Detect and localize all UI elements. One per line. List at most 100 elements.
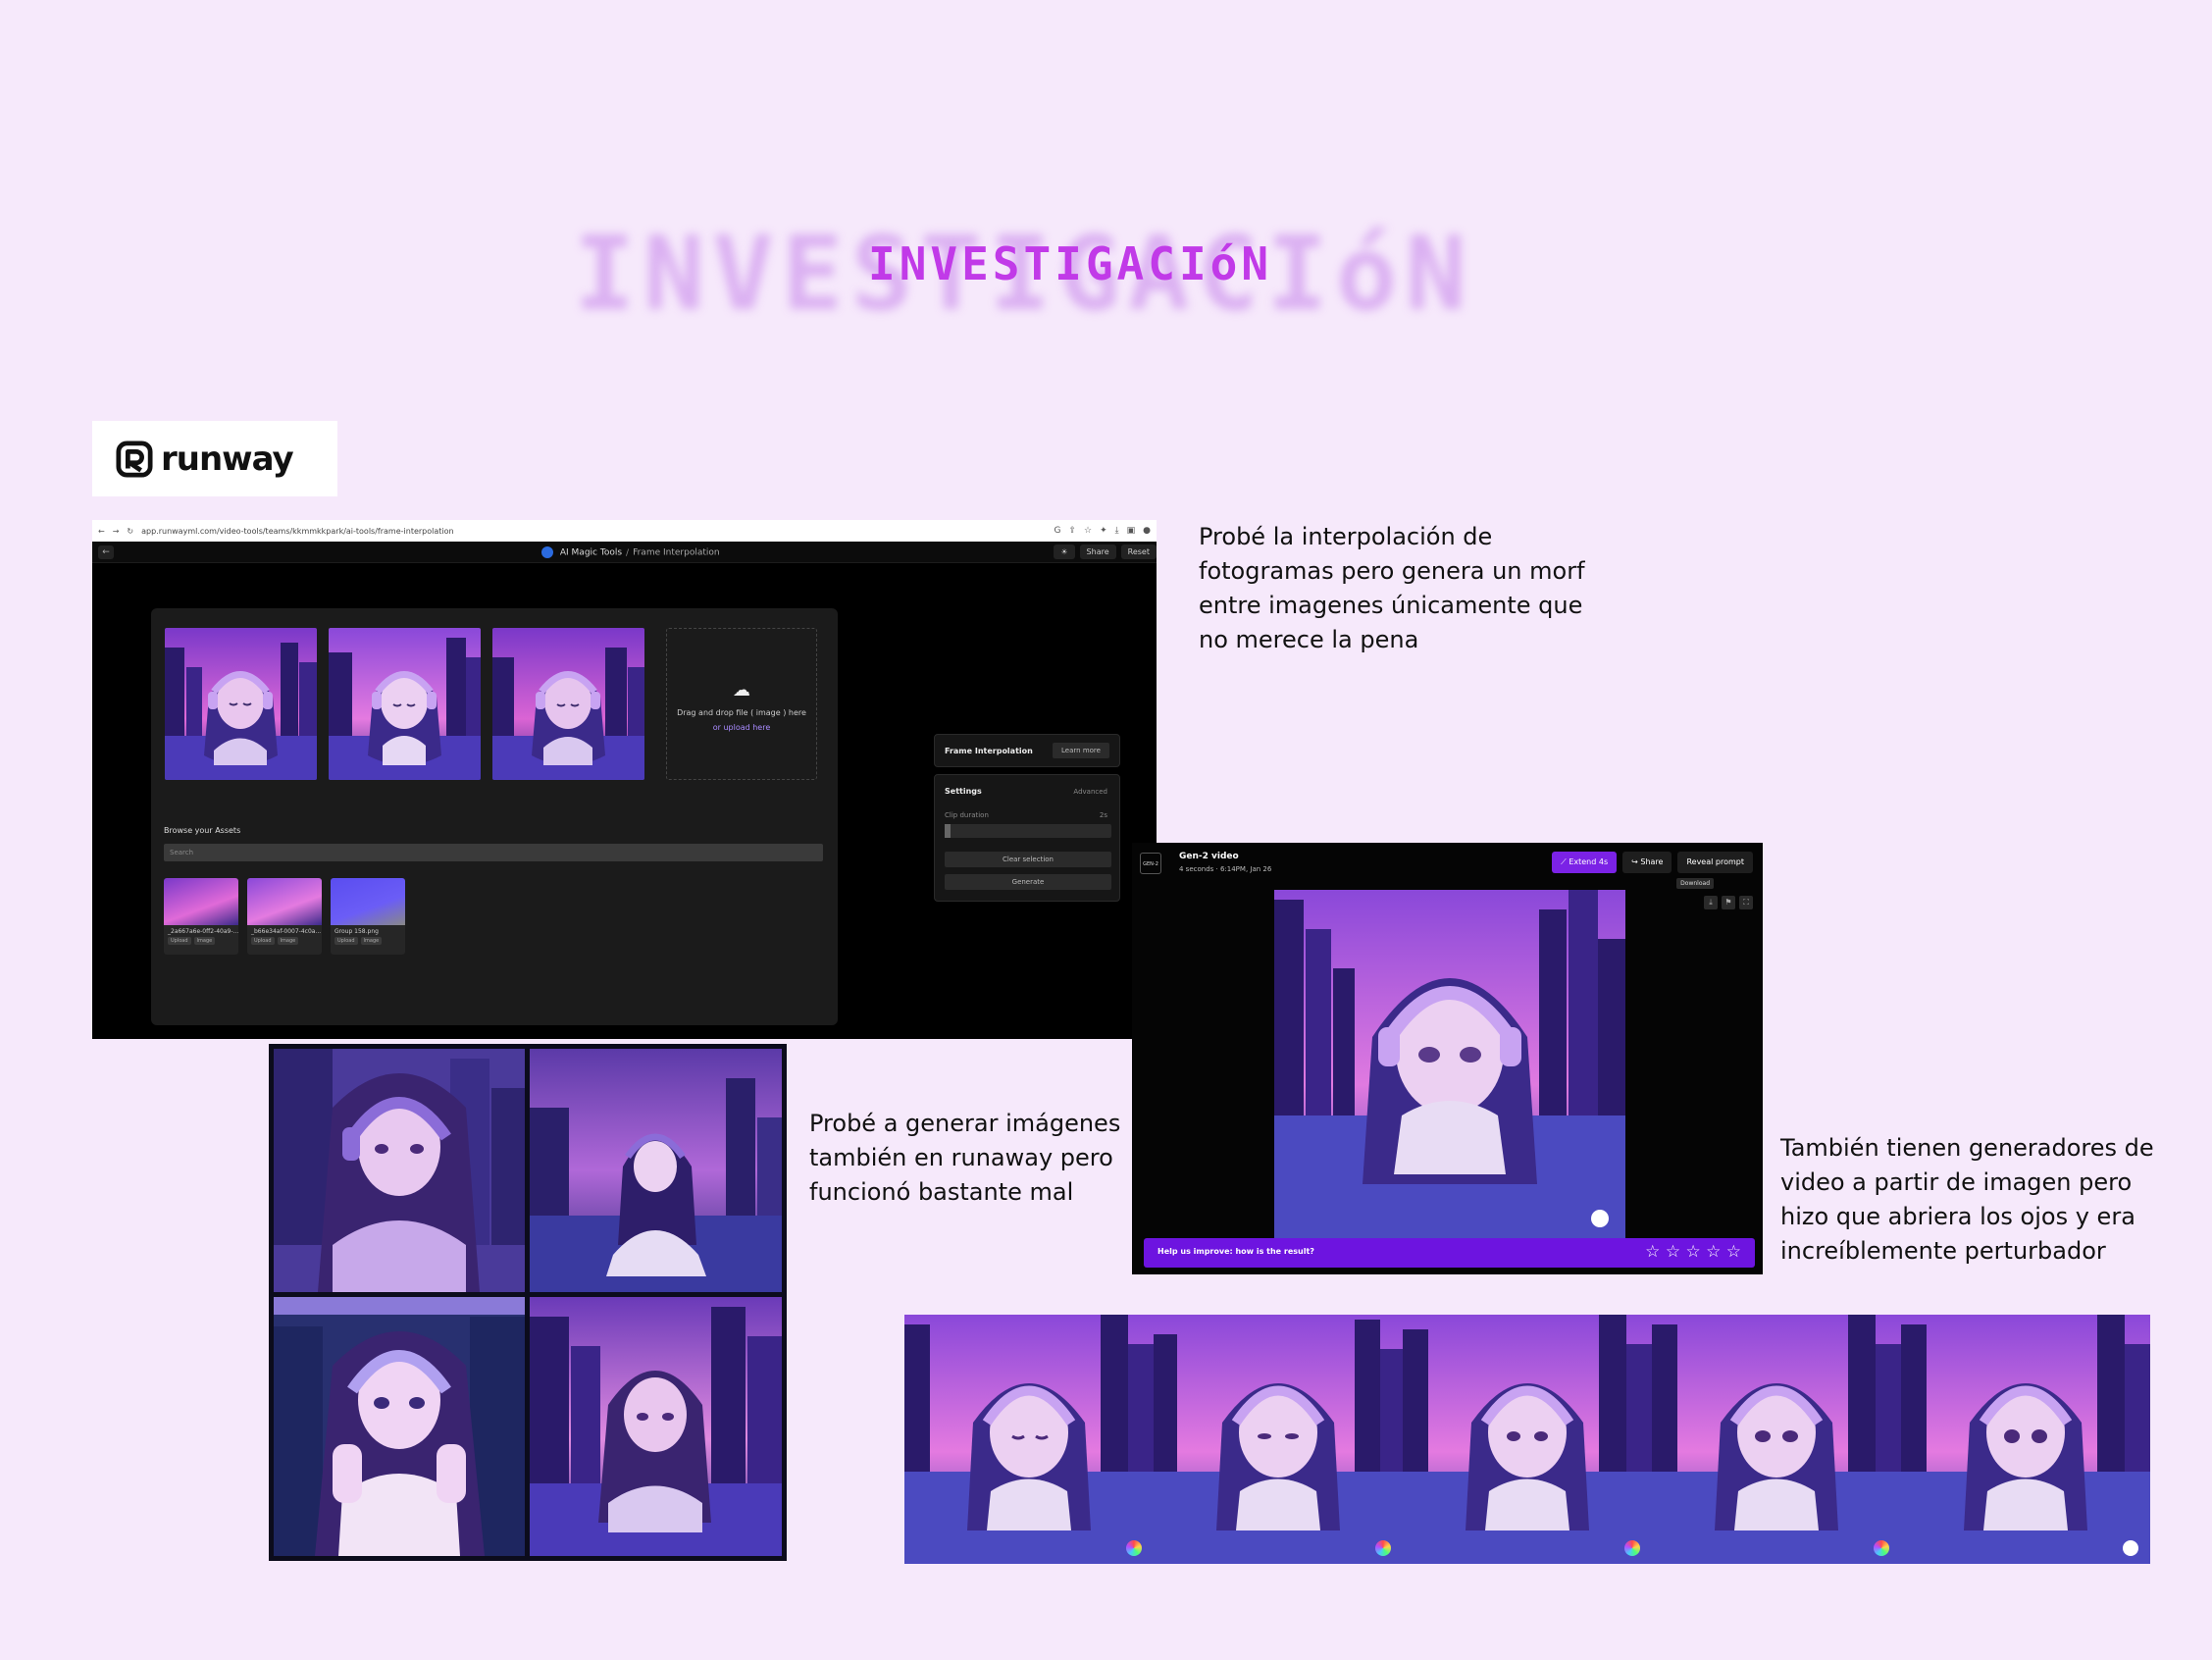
forward-icon[interactable]: → xyxy=(113,527,120,536)
asset-thumbnail xyxy=(164,878,238,925)
share-arrow-icon: ↪ xyxy=(1631,857,1641,866)
profile-icon[interactable]: ● xyxy=(1143,526,1151,536)
anime-girl-image xyxy=(530,1297,782,1556)
breadcrumb-main[interactable]: AI Magic Tools xyxy=(560,548,622,558)
video-frame xyxy=(1901,1315,2150,1564)
caption-images: Probé a generar imágenes también en runa… xyxy=(809,1107,1120,1210)
asset-thumbnail xyxy=(331,878,405,925)
share-button[interactable]: ↪ Share xyxy=(1622,852,1672,873)
browser-toolbar: ← → ↻ app.runwayml.com/video-tools/teams… xyxy=(92,520,1157,542)
video-frames-strip xyxy=(904,1315,2150,1564)
frame-image[interactable] xyxy=(165,628,317,780)
flag-icon[interactable]: ⚑ xyxy=(1722,896,1735,909)
upload-cloud-icon: ☁ xyxy=(733,680,750,700)
asset-tag: Upload xyxy=(168,937,191,945)
video-player[interactable] xyxy=(1274,890,1625,1245)
caption-line: También tienen generadores de xyxy=(1780,1134,2154,1162)
anime-girl-frame xyxy=(1154,1315,1403,1564)
download-tooltip: Download xyxy=(1676,878,1714,889)
caption-line: increíblemente perturbador xyxy=(1780,1237,2106,1265)
runway-logo-icon xyxy=(116,440,153,478)
tool-title: Frame Interpolation xyxy=(945,747,1033,755)
color-wheel-icon xyxy=(1624,1540,1640,1556)
asset-name: Group 158.png xyxy=(334,928,379,935)
runway-logo: runway xyxy=(92,421,337,496)
anime-girl-image xyxy=(165,628,317,780)
google-icon[interactable]: G xyxy=(1054,526,1060,536)
anime-girl-frame xyxy=(1652,1315,1901,1564)
clip-duration-slider[interactable] xyxy=(945,824,1111,838)
video-frame xyxy=(904,1315,1154,1564)
sidebar-icon[interactable]: ▣ xyxy=(1127,526,1136,536)
caption-line: hizo que abriera los ojos y era xyxy=(1780,1203,2135,1230)
address-bar[interactable]: app.runwayml.com/video-tools/teams/kkmmk… xyxy=(141,527,1046,536)
download-icon[interactable]: ⤓ xyxy=(1115,526,1119,536)
caption-line: video a partir de imagen pero xyxy=(1780,1168,2133,1196)
caption-line: funcionó bastante mal xyxy=(809,1178,1074,1206)
frame-image[interactable] xyxy=(492,628,644,780)
breadcrumb: AI Magic Tools / Frame Interpolation xyxy=(541,546,720,558)
video-title: Gen-2 video xyxy=(1179,852,1239,861)
share-icon[interactable]: ⇪ xyxy=(1068,526,1076,536)
video-frame xyxy=(1154,1315,1403,1564)
star-icon[interactable]: ☆ xyxy=(1084,526,1092,536)
anime-girl-frame xyxy=(1901,1315,2150,1564)
color-wheel-icon xyxy=(1126,1540,1142,1556)
video-meta: 4 seconds · 6:14PM, Jan 26 xyxy=(1179,865,1272,873)
color-wheel-icon xyxy=(1874,1540,1889,1556)
asset-name: _2a667a6e-0ff2-40a9-... xyxy=(168,928,238,935)
learn-more-button[interactable]: Learn more xyxy=(1053,743,1109,758)
settings-heading: Settings xyxy=(945,787,982,796)
advanced-toggle[interactable]: Advanced xyxy=(1073,788,1107,796)
asset-thumbnail xyxy=(247,878,322,925)
logo-text: runway xyxy=(161,439,294,479)
clear-selection-button[interactable]: Clear selection xyxy=(945,852,1111,867)
upload-dropzone[interactable]: ☁ Drag and drop file ( image ) here or u… xyxy=(666,628,817,780)
gen2-video-screenshot: GEN-2 Gen-2 video 4 seconds · 6:14PM, Ja… xyxy=(1132,843,1763,1274)
generated-image xyxy=(530,1297,782,1556)
asset-tag: Image xyxy=(277,937,299,945)
upload-link[interactable]: or upload here xyxy=(667,723,816,732)
anime-girl-image xyxy=(329,628,481,780)
asset-card[interactable]: _b66e34af-0007-4c0a... Upload Image xyxy=(247,878,322,955)
sun-icon[interactable]: ☀ xyxy=(1054,545,1075,559)
caption-line: fotogramas pero genera un morf xyxy=(1199,557,1585,585)
extend-button[interactable]: ⟋ Extend 4s xyxy=(1552,852,1618,873)
frame-interpolation-screenshot: ← → ↻ app.runwayml.com/video-tools/teams… xyxy=(92,520,1157,1039)
generated-image xyxy=(530,1049,782,1292)
caption-line: no merece la pena xyxy=(1199,626,1419,653)
generate-button[interactable]: Generate xyxy=(945,874,1111,890)
tool-info-card: Frame Interpolation Learn more xyxy=(934,734,1120,767)
reveal-prompt-button[interactable]: Reveal prompt xyxy=(1677,852,1753,873)
frame-image[interactable] xyxy=(329,628,481,780)
generated-image xyxy=(274,1297,525,1556)
rating-stars[interactable]: ☆ ☆ ☆ ☆ ☆ xyxy=(1645,1242,1741,1262)
asset-tag: Upload xyxy=(251,937,275,945)
workspace-avatar xyxy=(541,546,553,558)
assets-search-input[interactable]: Search xyxy=(164,844,823,861)
anime-girl-image xyxy=(274,1049,525,1292)
clip-duration-label: Clip duration xyxy=(945,811,989,819)
caption-line: Probé la interpolación de xyxy=(1199,523,1493,550)
slider-handle[interactable] xyxy=(945,824,951,838)
reload-icon[interactable]: ↻ xyxy=(127,527,133,536)
back-button[interactable]: ← xyxy=(98,545,114,559)
caption-line: Probé a generar imágenes xyxy=(809,1110,1121,1137)
asset-card[interactable]: Group 158.png Upload Image xyxy=(331,878,405,955)
assets-heading: Browse your Assets xyxy=(164,826,241,835)
reset-button[interactable]: Reset xyxy=(1120,545,1157,559)
extensions-icon[interactable]: ✦ xyxy=(1100,526,1107,536)
section-header: INVESTIGACIóN INVESTIGACIóN xyxy=(0,196,2212,334)
feedback-bar: Help us improve: how is the result? ☆ ☆ … xyxy=(1144,1238,1755,1268)
app-header: ← AI Magic Tools / Frame Interpolation ☀ S… xyxy=(92,542,1157,563)
anime-girl-video-frame xyxy=(1274,890,1625,1245)
fullscreen-icon[interactable]: ⛶ xyxy=(1739,896,1753,909)
download-icon[interactable]: ⤓ xyxy=(1704,896,1718,909)
anime-girl-frame xyxy=(1403,1315,1652,1564)
workspace-panel: ☁ Drag and drop file ( image ) here or u… xyxy=(151,608,838,1025)
asset-card[interactable]: _2a667a6e-0ff2-40a9-... Upload Image xyxy=(164,878,238,955)
share-button[interactable]: Share xyxy=(1079,545,1116,559)
clip-duration-value: 2s xyxy=(1099,811,1107,819)
video-frame xyxy=(1652,1315,1901,1564)
back-icon[interactable]: ← xyxy=(98,527,105,536)
